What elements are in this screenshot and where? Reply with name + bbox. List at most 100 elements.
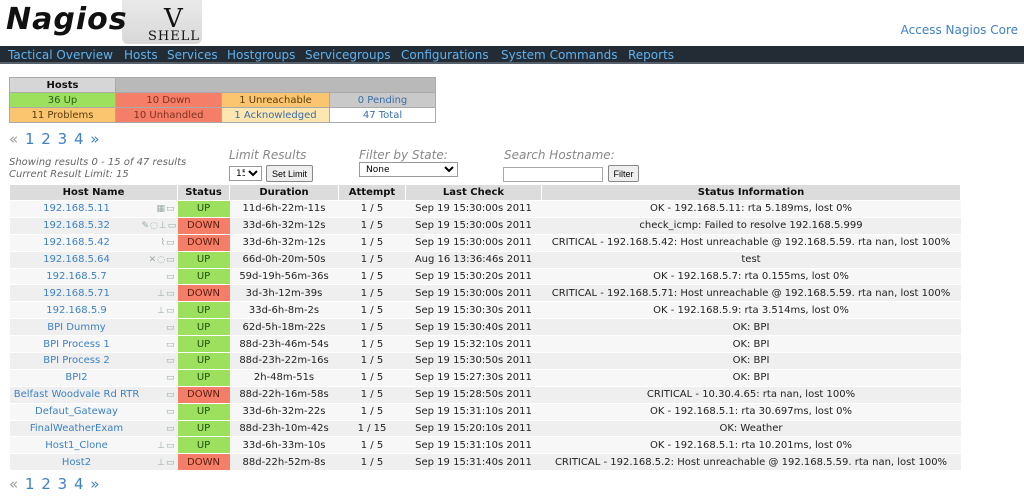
limit-results-select[interactable]: 15 [229, 166, 262, 181]
host-name-cell[interactable]: BPI Dummy ▭ [9, 318, 178, 337]
filter-button[interactable]: Filter [608, 165, 639, 182]
pager-page-3[interactable]: 3 [58, 475, 68, 493]
nav-configurations[interactable]: Configurations [401, 48, 489, 62]
summary-down[interactable]: 10 Down [115, 92, 222, 108]
host-action-icons[interactable]: ⊥▭ [142, 458, 178, 468]
col-duration[interactable]: Duration [229, 184, 339, 201]
host-name-link[interactable]: Belfast Woodvale Rd RTR [12, 389, 142, 400]
col-status[interactable]: Status [177, 184, 230, 201]
table-row[interactable]: Belfast Woodvale Rd RTR ▭ DOWN 88d-22h-16m-… [9, 386, 961, 404]
table-row[interactable]: Host2 ⊥▭ DOWN 88d-22h-52m-8s 1 / 5 Sep 19 15:… [9, 453, 961, 472]
search-hostname-input[interactable] [503, 167, 603, 182]
summary-up[interactable]: 36 Up [9, 92, 116, 108]
host-action-icons[interactable]: ▭ [142, 356, 178, 366]
host-name-link[interactable]: BPI Process 1 [12, 339, 142, 350]
summary-pending[interactable]: 0 Pending [329, 92, 436, 108]
host-action-icons[interactable]: ▭ [142, 323, 178, 333]
col-host-name[interactable]: Host Name [9, 184, 178, 201]
host-name-cell[interactable]: 192.168.5.7 ▭ [9, 268, 178, 286]
table-row[interactable]: 192.168.5.7 ▭ UP 59d-19h-56m-36s 1 / 5 Sep 19… [9, 268, 961, 286]
filter-state-select[interactable]: None [359, 162, 458, 177]
host-name-cell[interactable]: BPI2 ▭ [9, 369, 178, 387]
host-name-cell[interactable]: 192.168.5.64 ✕◌▭ [9, 251, 178, 269]
table-row[interactable]: BPI Process 1 ▭ UP 88d-23h-46m-54s 1 / 5 Sep … [9, 335, 961, 354]
nav-tactical-overview[interactable]: Tactical Overview [8, 48, 113, 62]
host-name-cell[interactable]: FinalWeatherExam ▭ [9, 420, 178, 438]
nav-servicegroups[interactable]: Servicegroups [305, 48, 390, 62]
table-row[interactable]: BPI Process 2 ▭ UP 88d-23h-22m-16s 1 / 5 Sep … [9, 352, 961, 370]
summary-problems[interactable]: 11 Problems [9, 107, 116, 123]
table-row[interactable]: BPI Dummy ▭ UP 62d-5h-18m-22s 1 / 5 Sep 19 15… [9, 318, 961, 337]
nagios-v-shell-logo[interactable]: Nagios V SHELL [2, 0, 202, 45]
pager-page-1[interactable]: 1 [25, 130, 35, 148]
nav-hostgroups[interactable]: Hostgroups [227, 48, 295, 62]
table-row[interactable]: Host1_Clone ⊥▭ UP 33d-6h-33m-10s 1 / 5 Sep 19… [9, 436, 961, 455]
host-name-link[interactable]: 192.168.5.64 [12, 254, 142, 265]
host-action-icons[interactable]: ▭ [142, 407, 178, 417]
host-action-icons[interactable]: ⊥▭ [142, 441, 178, 451]
host-name-link[interactable]: Host1_Clone [12, 440, 142, 451]
pager-page-2[interactable]: 2 [41, 475, 51, 493]
host-name-link[interactable]: Host2 [12, 457, 142, 468]
host-name-cell[interactable]: Host2 ⊥▭ [9, 453, 178, 472]
col-status-information[interactable]: Status Information [541, 184, 961, 201]
pager-next[interactable]: » [90, 130, 99, 148]
host-name-link[interactable]: FinalWeatherExam [12, 423, 142, 434]
host-name-cell[interactable]: Belfast Woodvale Rd RTR ▭ [9, 386, 178, 404]
host-name-link[interactable]: 192.168.5.71 [12, 288, 142, 299]
host-action-icons[interactable]: ✎◌⊥▭ [142, 221, 178, 231]
host-name-cell[interactable]: 192.168.5.9 ⊥▭ [9, 301, 178, 320]
host-name-cell[interactable]: Defaut_Gateway ▭ [9, 403, 178, 421]
host-action-icons[interactable]: ⊥▭ [142, 306, 178, 316]
table-row[interactable]: Defaut_Gateway ▭ UP 33d-6h-32m-22s 1 / 5 Sep … [9, 403, 961, 421]
nav-hosts[interactable]: Hosts [124, 48, 158, 62]
nav-system-commands[interactable]: System Commands [501, 48, 618, 62]
host-action-icons[interactable]: ▭ [142, 390, 178, 400]
table-row[interactable]: 192.168.5.11 ▦▭ UP 11d-6h-22m-11s 1 / 5 Sep 1… [9, 200, 961, 218]
host-name-link[interactable]: 192.168.5.9 [12, 305, 142, 316]
host-name-link[interactable]: BPI2 [12, 372, 142, 383]
summary-total[interactable]: 47 Total [329, 107, 436, 123]
table-row[interactable]: 192.168.5.42 ⌇▭ DOWN 33d-6h-32m-12s 1 / 5 Sep… [9, 234, 961, 252]
host-action-icons[interactable]: ▭ [142, 340, 178, 350]
host-name-cell[interactable]: 192.168.5.42 ⌇▭ [9, 234, 178, 252]
host-name-link[interactable]: 192.168.5.42 [12, 237, 142, 248]
host-action-icons[interactable]: ⊥▭ [142, 289, 178, 299]
host-action-icons[interactable]: ▦▭ [142, 204, 178, 214]
pager-page-4[interactable]: 4 [74, 130, 84, 148]
host-name-cell[interactable]: 192.168.5.71 ⊥▭ [9, 284, 178, 303]
host-action-icons[interactable]: ▭ [142, 373, 178, 383]
pager-page-2[interactable]: 2 [41, 130, 51, 148]
host-name-link[interactable]: 192.168.5.11 [12, 203, 142, 214]
host-name-cell[interactable]: Host1_Clone ⊥▭ [9, 436, 178, 455]
table-row[interactable]: 192.168.5.71 ⊥▭ DOWN 3d-3h-12m-39s 1 / 5 Sep … [9, 284, 961, 303]
summary-unhandled[interactable]: 10 Unhandled [115, 107, 222, 123]
host-name-cell[interactable]: 192.168.5.11 ▦▭ [9, 200, 178, 218]
table-row[interactable]: 192.168.5.64 ✕◌▭ UP 66d-0h-20m-50s 1 / 5 Aug … [9, 251, 961, 269]
access-nagios-core-link[interactable]: Access Nagios Core [901, 23, 1018, 37]
host-action-icons[interactable]: ✕◌▭ [142, 255, 178, 265]
pager-next[interactable]: » [90, 475, 99, 493]
host-action-icons[interactable]: ⌇▭ [142, 238, 178, 248]
host-name-link[interactable]: BPI Process 2 [12, 355, 142, 366]
table-row[interactable]: 192.168.5.9 ⊥▭ UP 33d-6h-8m-2s 1 / 5 Sep 19 1… [9, 301, 961, 320]
host-name-link[interactable]: Defaut_Gateway [12, 406, 142, 417]
host-action-icons[interactable]: ▭ [142, 424, 178, 434]
summary-unreachable[interactable]: 1 Unreachable [221, 92, 330, 108]
host-name-link[interactable]: BPI Dummy [12, 322, 142, 333]
nav-services[interactable]: Services [167, 48, 218, 62]
set-limit-button[interactable]: Set Limit [266, 165, 313, 182]
pager-prev[interactable]: « [9, 130, 18, 148]
table-row[interactable]: 192.168.5.32 ✎◌⊥▭ DOWN 33d-6h-32m-12s 1 / 5S… [9, 217, 961, 235]
pager-page-3[interactable]: 3 [58, 130, 68, 148]
nav-reports[interactable]: Reports [628, 48, 674, 62]
host-name-link[interactable]: 192.168.5.32 [12, 220, 142, 231]
host-action-icons[interactable]: ▭ [142, 272, 178, 282]
pager-page-4[interactable]: 4 [74, 475, 84, 493]
host-name-cell[interactable]: BPI Process 1 ▭ [9, 335, 178, 354]
col-attempt[interactable]: Attempt [338, 184, 406, 201]
pager-page-1[interactable]: 1 [25, 475, 35, 493]
pager-prev[interactable]: « [9, 475, 18, 493]
host-name-cell[interactable]: BPI Process 2 ▭ [9, 352, 178, 370]
summary-acknowledged[interactable]: 1 Acknowledged [221, 107, 330, 123]
